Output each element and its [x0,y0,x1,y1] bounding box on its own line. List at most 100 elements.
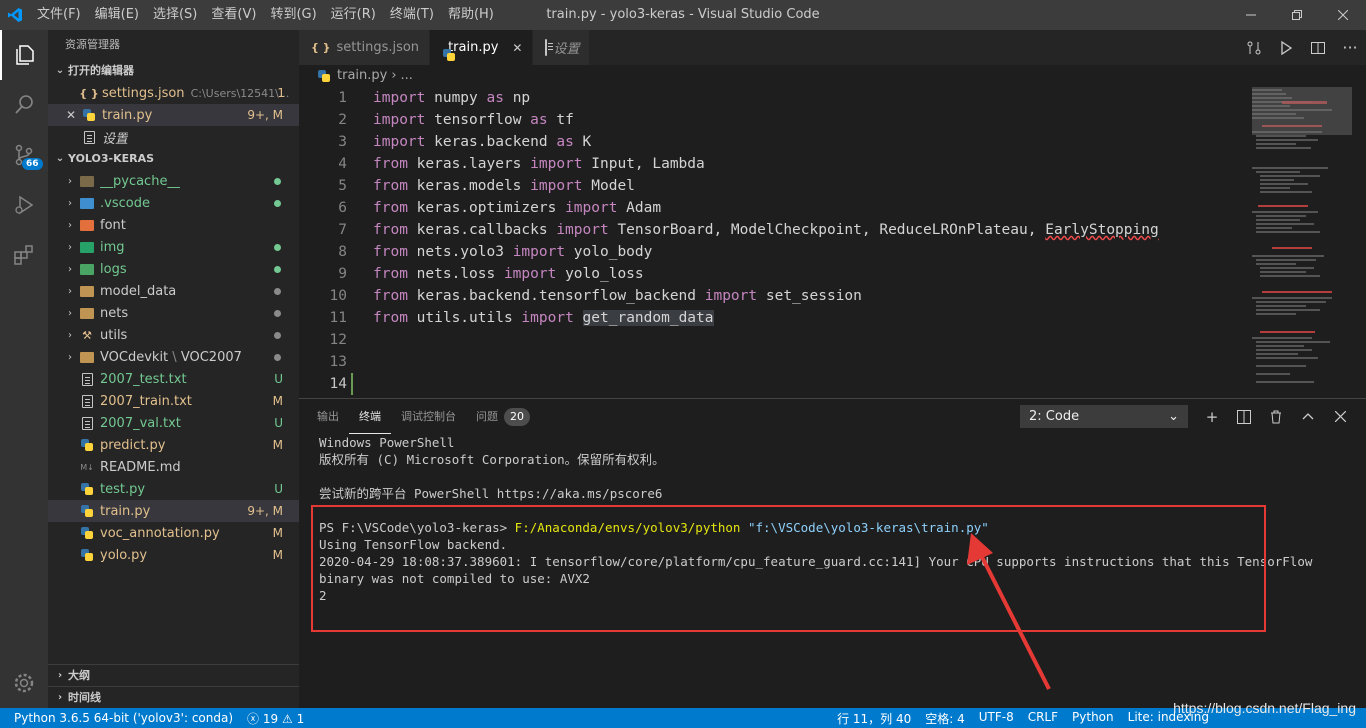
open-editor-settings[interactable]: 设置 [48,126,299,148]
menu-file[interactable]: 文件(F) [30,0,88,30]
folder-utils[interactable]: › ⚒ utils [48,324,299,346]
menu-edit[interactable]: 编辑(E) [88,0,146,30]
scm-count-badge: 66 [22,158,43,170]
folder-logs[interactable]: › logs [48,258,299,280]
bottom-panel: 输出 终端 调试控制台 问题 20 2: Code ⌄ + Windows Powe… [299,398,1366,708]
code-line: 11 from utils.utils import get_random_dat… [329,310,714,326]
file-2007-val[interactable]: 2007_val.txt U [48,412,299,434]
warning-icon: ⚠ [281,711,293,726]
tab-debug-console[interactable]: 调试控制台 [391,399,466,434]
manage-gear-icon[interactable] [0,658,48,708]
chevron-right-icon: › [57,691,63,703]
chevron-down-icon: ⌄ [55,65,65,76]
menu-help[interactable]: 帮助(H) [441,0,501,30]
run-debug-icon[interactable] [0,180,48,230]
open-editor-train-py[interactable]: ✕ train.py 9+, M [48,104,299,126]
folder-icon [80,175,94,187]
folder-icon [80,197,94,209]
folder-pycache[interactable]: › __pycache__ [48,170,299,192]
compare-changes-icon[interactable] [1238,30,1270,65]
breadcrumb-symbol[interactable]: ... [401,65,413,87]
code-line: 8 from nets.yolo3 import yolo_body [338,244,653,260]
chevron-right-icon: › [68,307,72,319]
sidebar-title: 资源管理器 [65,38,120,51]
close-window-icon[interactable] [1320,0,1366,30]
terminal-select[interactable]: 2: Code ⌄ [1020,405,1188,428]
explorer-icon[interactable] [0,30,48,80]
python-icon [80,526,94,540]
open-editor-settings-json[interactable]: { } settings.json C:\Users\12541\... 1 [48,82,299,104]
folder-vscode[interactable]: › .vscode [48,192,299,214]
file-test-py[interactable]: test.py U [48,478,299,500]
search-icon[interactable] [0,80,48,130]
folder-model-data[interactable]: › model_data [48,280,299,302]
run-file-icon[interactable] [1270,30,1302,65]
file-2007-train[interactable]: 2007_train.txt M [48,390,299,412]
code-line: 13 [329,354,347,370]
folder-font[interactable]: › font [48,214,299,236]
source-control-icon[interactable]: 66 [0,130,48,180]
tab-problems[interactable]: 问题 20 [466,399,540,434]
folder-nets[interactable]: › nets [48,302,299,324]
file-train-py[interactable]: train.py 9+, M [48,500,299,522]
markdown-icon: M↓ [80,462,94,472]
close-icon[interactable]: ✕ [66,108,80,122]
python-icon [80,482,94,496]
minimap[interactable] [1252,87,1352,392]
more-actions-icon[interactable]: ··· [1334,30,1366,65]
file-yolo-py[interactable]: yolo.py M [48,544,299,566]
encoding[interactable]: UTF-8 [972,710,1021,727]
python-interpreter[interactable]: Python 3.6.5 64-bit ('yolov3': conda) [0,711,240,725]
menu-selection[interactable]: 选择(S) [146,0,204,30]
code-area[interactable]: 1 import numpy as np 2 import tensorflow a… [299,87,1249,395]
language-mode[interactable]: Python [1065,710,1121,727]
error-icon: ⓧ [247,711,260,726]
tab-terminal[interactable]: 终端 [349,399,391,434]
text-file-icon [81,416,93,430]
restore-icon[interactable] [1274,0,1320,30]
code-line: 3 import keras.backend as K [338,134,592,150]
close-panel-icon[interactable] [1324,405,1356,428]
file-voc-annotation[interactable]: voc_annotation.py M [48,522,299,544]
folder-icon [80,351,94,363]
chevron-down-icon: ⌄ [1168,409,1179,424]
split-terminal-icon[interactable] [1228,405,1260,428]
tab-settings-json[interactable]: { } settings.json [299,30,431,65]
split-editor-icon[interactable] [1302,30,1334,65]
problems-count-badge: 20 [504,407,530,426]
folder-icon [80,263,94,275]
menu-view[interactable]: 查看(V) [204,0,263,30]
cursor-position[interactable]: 行 11，列 40 [830,710,918,727]
new-terminal-icon[interactable]: + [1196,405,1228,428]
open-editors-header[interactable]: ⌄ 打开的编辑器 [48,60,299,82]
extensions-icon[interactable] [0,230,48,280]
breadcrumb-file[interactable]: train.py [337,65,387,87]
folder-vocdevkit[interactable]: › VOCdevkit \ VOC2007 [48,346,299,368]
timeline-header[interactable]: › 时间线 [48,686,299,708]
chevron-right-icon: › [68,285,72,297]
minimize-icon[interactable] [1228,0,1274,30]
line-ending[interactable]: CRLF [1021,710,1065,727]
status-dot [274,288,281,295]
menu-terminal[interactable]: 终端(T) [383,0,441,30]
tab-train-py[interactable]: train.py ✕ [430,30,534,65]
file-2007-test[interactable]: 2007_test.txt U [48,368,299,390]
problems-status[interactable]: ⓧ 19 ⚠ 1 [240,710,311,727]
chevron-right-icon: › [57,669,63,681]
file-icon [545,39,548,56]
tab-settings-ui[interactable]: 设置 [533,30,591,65]
menu-go[interactable]: 转到(G) [263,0,323,30]
file-readme[interactable]: M↓ README.md [48,456,299,478]
workspace-header[interactable]: ⌄ YOLO3-KERAS [48,148,299,170]
outline-header[interactable]: › 大纲 [48,664,299,686]
indentation[interactable]: 空格: 4 [918,710,972,727]
file-predict-py[interactable]: predict.py M [48,434,299,456]
breadcrumb: train.py › ... [299,65,1366,87]
close-icon[interactable]: ✕ [512,41,522,55]
folder-img[interactable]: › img [48,236,299,258]
menu-run[interactable]: 运行(R) [324,0,383,30]
chevron-up-icon[interactable] [1292,405,1324,428]
tab-output[interactable]: 输出 [307,399,349,434]
trash-icon[interactable] [1260,405,1292,428]
status-dot [274,332,281,339]
